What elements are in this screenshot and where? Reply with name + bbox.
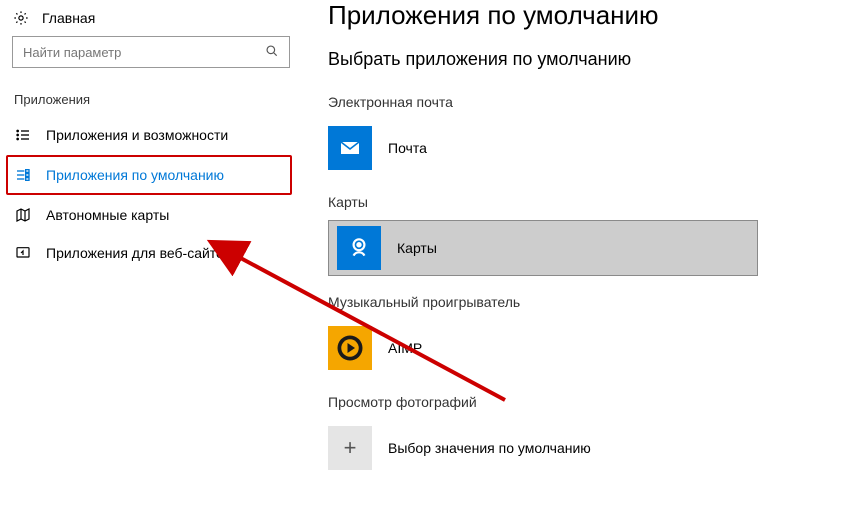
sidebar: Главная Найти параметр Приложения Прилож… [0,0,300,508]
search-placeholder: Найти параметр [23,45,121,60]
app-name: Почта [388,140,427,156]
search-icon [265,44,279,61]
nav-home-label: Главная [42,10,95,26]
app-name: Выбор значения по умолчанию [388,440,591,456]
sidebar-item-apps-websites[interactable]: Приложения для веб-сайтов [8,235,292,271]
default-app-email[interactable]: Почта [328,120,827,176]
default-app-maps[interactable]: Карты [328,220,758,276]
default-app-photos[interactable]: + Выбор значения по умолчанию [328,420,827,476]
nav-home[interactable]: Главная [8,4,292,36]
sidebar-item-apps-features[interactable]: Приложения и возможности [8,117,292,153]
app-name: Карты [397,240,437,256]
plus-icon: + [328,426,372,470]
sidebar-heading: Приложения [14,92,292,107]
website-icon [14,245,32,261]
sidebar-item-label: Приложения для веб-сайтов [46,245,231,261]
sidebar-item-default-apps[interactable]: Приложения по умолчанию [6,155,292,195]
search-input[interactable]: Найти параметр [12,36,290,68]
sidebar-item-label: Автономные карты [46,207,169,223]
list-icon [14,127,32,143]
page-title: Приложения по умолчанию [328,0,827,31]
sidebar-item-offline-maps[interactable]: Автономные карты [8,197,292,233]
app-name: AIMP [388,340,422,356]
section-label-photos: Просмотр фотографий [328,394,827,410]
section-label-music: Музыкальный проигрыватель [328,294,827,310]
page-subtitle: Выбрать приложения по умолчанию [328,49,827,70]
sidebar-item-label: Приложения и возможности [46,127,228,143]
default-app-music[interactable]: AIMP [328,320,827,376]
maps-app-icon [337,226,381,270]
defaults-icon [14,167,32,183]
mail-icon [328,126,372,170]
section-label-maps: Карты [328,194,827,210]
aimp-icon [328,326,372,370]
map-icon [14,207,32,223]
main-content: Приложения по умолчанию Выбрать приложен… [300,0,847,508]
section-label-email: Электронная почта [328,94,827,110]
gear-icon [12,10,30,26]
sidebar-item-label: Приложения по умолчанию [46,167,224,183]
